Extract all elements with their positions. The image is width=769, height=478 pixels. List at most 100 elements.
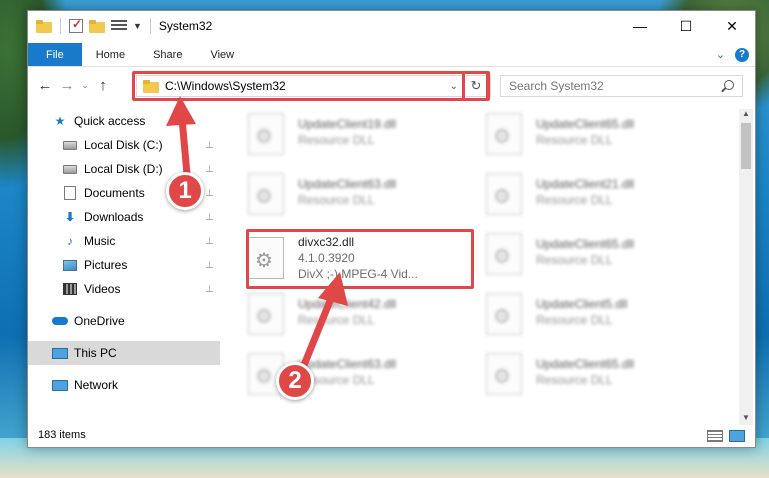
- file-name: UpdateClient65.dll: [536, 117, 635, 131]
- pin-icon[interactable]: ⊥: [205, 236, 214, 247]
- drive-icon: [62, 138, 78, 152]
- file-meta: Resource DLL: [536, 373, 613, 387]
- search-input[interactable]: [509, 79, 709, 93]
- toolbar-separator: [149, 18, 151, 34]
- drive-icon: [62, 162, 78, 176]
- pin-icon[interactable]: ⊥: [205, 284, 214, 295]
- customize-icon[interactable]: [111, 20, 127, 32]
- file-meta: Resource DLL: [298, 133, 375, 147]
- download-icon: ⬇: [64, 210, 76, 224]
- file-name: UpdateClient65.dll: [536, 357, 635, 371]
- tab-file[interactable]: File: [28, 43, 82, 66]
- sidebar-item-label: Local Disk (C:): [84, 138, 163, 152]
- cloud-icon: [52, 314, 68, 328]
- sidebar-item-label: OneDrive: [74, 314, 125, 328]
- pin-icon[interactable]: ⊥: [205, 212, 214, 223]
- expand-ribbon-icon[interactable]: ⌄: [716, 48, 725, 61]
- new-folder-icon[interactable]: [89, 19, 105, 33]
- file-tile[interactable]: UpdateClient19.dll Resource DLL: [248, 109, 478, 165]
- dll-file-icon: [486, 353, 522, 395]
- file-tile[interactable]: UpdateClient65.dll Resource DLL: [486, 229, 716, 285]
- tab-share[interactable]: Share: [139, 43, 196, 66]
- scrollbar-thumb[interactable]: [741, 123, 751, 169]
- sidebar-item-label: This PC: [74, 346, 117, 360]
- sidebar-item-onedrive[interactable]: OneDrive: [28, 309, 220, 333]
- navigation-bar: ← → ⌄ ↑ C:\Windows\System32 ⌄ ↻: [28, 71, 755, 101]
- window-title: System32: [158, 19, 213, 33]
- file-name: UpdateClient5.dll: [536, 297, 628, 311]
- quick-access-toolbar: ▼: [28, 11, 153, 41]
- search-icon[interactable]: [724, 80, 734, 90]
- dll-file-icon: [248, 113, 284, 155]
- toolbar-separator: [60, 18, 61, 34]
- file-name: UpdateClient63.dll: [298, 177, 397, 191]
- file-tile[interactable]: UpdateClient21.dll Resource DLL: [486, 169, 716, 225]
- file-meta: Resource DLL: [536, 253, 613, 267]
- sidebar-item-music[interactable]: ♪ Music ⊥: [28, 229, 220, 253]
- dll-file-icon: [486, 233, 522, 275]
- vertical-scrollbar[interactable]: ▲ ▼: [739, 109, 753, 425]
- file-meta: Resource DLL: [536, 133, 613, 147]
- dll-file-icon: [486, 293, 522, 335]
- file-meta: Resource DLL: [298, 193, 375, 207]
- close-button[interactable]: ✕: [709, 11, 755, 41]
- sidebar-item-this-pc[interactable]: This PC: [28, 341, 220, 365]
- status-bar: 183 items: [28, 423, 755, 447]
- sidebar-item-label: Downloads: [84, 210, 144, 224]
- maximize-button[interactable]: ☐: [663, 11, 709, 41]
- file-tile[interactable]: UpdateClient5.dll Resource DLL: [486, 289, 716, 345]
- file-tile[interactable]: UpdateClient65.dll Resource DLL: [486, 349, 716, 405]
- large-icons-view-icon[interactable]: [729, 430, 745, 442]
- pictures-icon: [62, 258, 78, 272]
- sidebar-item-label: Music: [84, 234, 116, 248]
- sidebar-item-label: Videos: [84, 282, 121, 296]
- step-2-badge: 2: [276, 362, 314, 400]
- back-arrow-icon[interactable]: ←: [34, 77, 56, 94]
- highlight-refresh: [462, 71, 490, 101]
- file-tile[interactable]: UpdateClient42.dllResource DLL: [248, 289, 478, 345]
- file-tile[interactable]: UpdateClient65.dll Resource DLL: [486, 109, 716, 165]
- file-explorer-window: ▼ System32 — ☐ ✕ File Home Share View ⌄ …: [27, 10, 756, 448]
- tab-home[interactable]: Home: [82, 43, 139, 66]
- properties-icon[interactable]: [69, 17, 83, 33]
- file-meta: Resource DLL: [536, 193, 613, 207]
- sidebar-item-network[interactable]: Network: [28, 373, 220, 397]
- view-toggle: [707, 430, 745, 442]
- sidebar-item-label: Pictures: [84, 258, 128, 272]
- file-tile[interactable]: UpdateClient63.dll Resource DLL: [248, 169, 478, 225]
- ribbon-tabs: File Home Share View ⌄ ?: [28, 43, 755, 67]
- star-icon: ★: [54, 114, 66, 128]
- dll-file-icon: [486, 173, 522, 215]
- sidebar-item-label: Documents: [84, 186, 145, 200]
- details-view-icon[interactable]: [707, 430, 723, 442]
- window-controls: — ☐ ✕: [617, 11, 755, 41]
- music-icon: ♪: [67, 234, 73, 248]
- dll-file-icon: [248, 293, 284, 335]
- title-bar: ▼ System32 — ☐ ✕: [28, 11, 755, 41]
- file-name: UpdateClient19.dll: [298, 117, 397, 131]
- highlight-divxc32-file: [246, 229, 474, 289]
- chevron-down-icon[interactable]: ▼: [133, 21, 142, 31]
- recent-locations-icon[interactable]: ⌄: [78, 80, 92, 91]
- dll-file-icon: [486, 113, 522, 155]
- scroll-up-icon[interactable]: ▲: [739, 109, 753, 121]
- minimize-button[interactable]: —: [617, 11, 663, 41]
- folder-icon: [36, 19, 52, 33]
- step-1-badge: 1: [166, 172, 204, 210]
- sidebar-item-pictures[interactable]: Pictures ⊥: [28, 253, 220, 277]
- pin-icon[interactable]: ⊥: [205, 260, 214, 271]
- sidebar-item-videos[interactable]: Videos ⊥: [28, 277, 220, 301]
- computer-icon: [52, 346, 68, 360]
- ribbon-right: ⌄ ?: [716, 43, 755, 66]
- forward-arrow-icon[interactable]: →: [56, 77, 78, 94]
- tab-view[interactable]: View: [196, 43, 248, 66]
- video-icon: [62, 282, 78, 296]
- sidebar-item-label: Local Disk (D:): [84, 162, 163, 176]
- search-box[interactable]: [500, 75, 743, 97]
- help-icon[interactable]: ?: [735, 47, 749, 62]
- file-name: UpdateClient21.dll: [536, 177, 635, 191]
- sidebar-item-label: Quick access: [74, 114, 146, 128]
- dll-file-icon: [248, 173, 284, 215]
- file-name: UpdateClient65.dll: [536, 237, 635, 251]
- up-arrow-icon[interactable]: ↑: [92, 77, 114, 94]
